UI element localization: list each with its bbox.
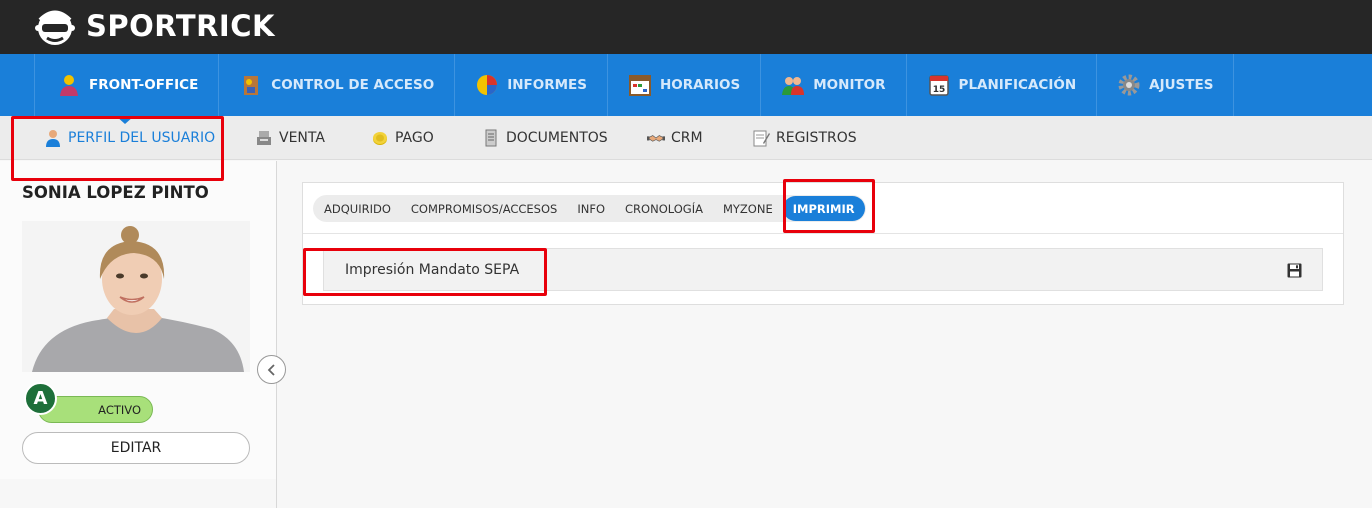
calendar-icon: 15 bbox=[928, 75, 949, 96]
highlight-perfil-del-usuario bbox=[11, 116, 224, 181]
main-nav: FRONT-OFFICE CONTROL DE ACCESO INFORMES … bbox=[0, 54, 1372, 116]
user-photo bbox=[22, 221, 250, 372]
highlight-document-row bbox=[303, 248, 547, 296]
app-logo[interactable]: SPORTRICK bbox=[32, 2, 275, 50]
save-icon[interactable] bbox=[1287, 263, 1302, 278]
user-sidebar: SONIA LOPEZ PINTO ACTIVO A EDITAR bbox=[0, 161, 286, 508]
main-nav-label: INFORMES bbox=[507, 77, 587, 93]
main-nav-label: HORARIOS bbox=[659, 77, 741, 93]
sub-nav-documentos[interactable]: DOCUMENTOS bbox=[482, 116, 608, 160]
main-nav-informes[interactable]: INFORMES bbox=[455, 54, 608, 116]
main-nav-label: PLANIFICACIÓN bbox=[958, 77, 1077, 93]
top-bar: SPORTRICK bbox=[0, 0, 1372, 54]
main-nav-front-office[interactable]: FRONT-OFFICE bbox=[34, 54, 220, 116]
sub-nav-venta[interactable]: VENTA bbox=[255, 116, 325, 160]
sub-nav-label: VENTA bbox=[279, 130, 325, 146]
status-label: ACTIVO bbox=[98, 402, 141, 417]
chevron-left-icon bbox=[267, 363, 275, 376]
sub-nav-pago[interactable]: PAGO bbox=[371, 116, 434, 160]
document-icon bbox=[485, 129, 497, 147]
main-nav-control-de-acceso[interactable]: CONTROL DE ACCESO bbox=[219, 54, 456, 116]
sub-nav-label: PAGO bbox=[395, 130, 434, 146]
main-nav-label: MONITOR bbox=[813, 77, 886, 93]
main-nav-horarios[interactable]: HORARIOS bbox=[608, 54, 762, 116]
tab-info[interactable]: INFO bbox=[567, 195, 615, 222]
sub-nav-registros[interactable]: REGISTROS bbox=[752, 116, 857, 160]
pie-chart-icon bbox=[477, 75, 498, 95]
collapse-sidebar-button[interactable] bbox=[257, 355, 286, 384]
user-card: SONIA LOPEZ PINTO ACTIVO A EDITAR bbox=[0, 161, 286, 479]
calendar-grid-icon bbox=[628, 75, 651, 96]
cash-register-icon bbox=[257, 131, 271, 145]
tab-cronologia[interactable]: CRONOLOGÍA bbox=[615, 195, 713, 222]
sub-nav-crm[interactable]: CRM bbox=[647, 116, 703, 160]
notepad-icon bbox=[753, 130, 770, 147]
sub-nav-label: REGISTROS bbox=[776, 130, 857, 146]
main-nav-label: CONTROL DE ACCESO bbox=[271, 77, 435, 93]
handshake-icon bbox=[647, 135, 665, 142]
edit-button[interactable]: EDITAR bbox=[22, 432, 250, 464]
svg-text:15: 15 bbox=[932, 85, 945, 95]
main-nav-monitor[interactable]: MONITOR bbox=[761, 54, 907, 116]
gear-icon bbox=[1118, 74, 1140, 96]
tab-adquirido[interactable]: ADQUIRIDO bbox=[314, 195, 401, 222]
sub-nav-label: CRM bbox=[671, 130, 703, 146]
main-nav-label: AJUSTES bbox=[1149, 77, 1214, 93]
brand-name: SPORTRICK bbox=[86, 9, 275, 43]
main-nav-planificacion[interactable]: 15 PLANIFICACIÓN bbox=[907, 54, 1098, 116]
logo-icon bbox=[35, 10, 75, 45]
user-icon bbox=[60, 75, 78, 96]
main-nav-label: FRONT-OFFICE bbox=[89, 77, 199, 93]
users-icon bbox=[782, 77, 805, 95]
status-badge: A bbox=[24, 382, 57, 415]
sub-nav-label: DOCUMENTOS bbox=[506, 130, 608, 146]
main-nav-ajustes[interactable]: AJUSTES bbox=[1097, 54, 1235, 116]
access-control-icon bbox=[244, 76, 259, 95]
tab-compromisos-accesos[interactable]: COMPROMISOS/ACCESOS bbox=[401, 195, 567, 222]
tab-myzone[interactable]: MYZONE bbox=[713, 195, 783, 222]
coin-icon bbox=[373, 132, 387, 145]
highlight-imprimir-tab bbox=[783, 179, 875, 233]
panel-divider bbox=[303, 233, 1343, 234]
user-name: SONIA LOPEZ PINTO bbox=[22, 183, 209, 202]
user-photo-image bbox=[22, 221, 250, 372]
